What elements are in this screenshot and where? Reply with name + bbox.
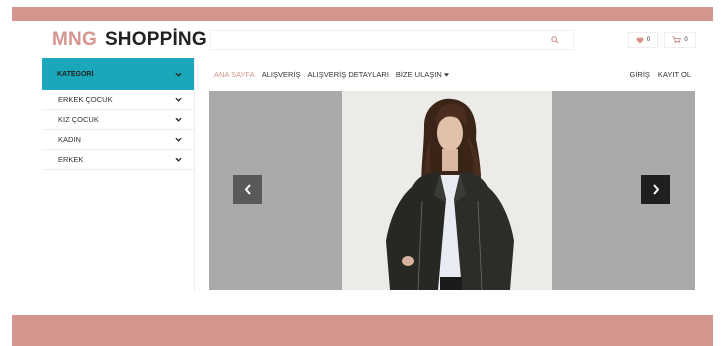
nav-item-contact[interactable]: BİZE ULAŞIN — [396, 70, 449, 79]
caret-down-icon — [443, 72, 449, 77]
heart-icon — [636, 36, 644, 44]
carousel-prev-button[interactable] — [233, 175, 262, 204]
chevron-down-icon — [175, 72, 182, 77]
chevron-down-icon — [175, 97, 182, 102]
site-logo[interactable]: MNG SHOPPİNG — [52, 29, 207, 51]
register-link[interactable]: KAYIT OL — [658, 70, 691, 79]
shopping-cart-icon — [672, 36, 682, 44]
sidebar-item-erkek[interactable]: ERKEK — [42, 150, 194, 170]
category-sidebar: KATEGORİ ERKEK ÇOCUK KIZ ÇOCUK KADIN ERK… — [42, 58, 195, 291]
sidebar-item-label: KIZ ÇOCUK — [58, 115, 99, 124]
login-link[interactable]: GİRİŞ — [630, 70, 650, 79]
model-photo — [342, 91, 552, 290]
search-input[interactable] — [211, 31, 537, 49]
favorites-count: 0 — [646, 37, 651, 43]
sidebar-item-label: KADIN — [58, 135, 81, 144]
sidebar-item-label: ERKEK ÇOCUK — [58, 95, 113, 104]
sidebar-item-erkek-cocuk[interactable]: ERKEK ÇOCUK — [42, 90, 194, 110]
top-banner — [12, 7, 713, 21]
cart-count: 0 — [684, 37, 688, 43]
nav-item-shopping[interactable]: ALIŞVERİŞ — [262, 70, 301, 79]
account-nav: GİRİŞ KAYIT OL — [630, 70, 692, 79]
nav-item-contact-label: BİZE ULAŞIN — [395, 70, 442, 79]
favorites-button[interactable]: 0 — [628, 32, 658, 48]
cart-button[interactable]: 0 — [664, 32, 696, 48]
nav-item-shopping-details[interactable]: ALIŞVERİŞ DETAYLARI — [308, 70, 389, 79]
search-bar — [210, 30, 574, 50]
chevron-left-icon — [244, 184, 251, 195]
search-button[interactable] — [537, 31, 573, 49]
site-header: MNG SHOPPİNG 0 0 — [42, 24, 696, 58]
chevron-right-icon — [652, 184, 659, 195]
hero-carousel — [209, 91, 695, 290]
main-nav: ANA SAYFA ALIŞVERİŞ ALIŞVERİŞ DETAYLARI … — [214, 70, 449, 79]
carousel-slide-image[interactable] — [342, 91, 552, 290]
chevron-down-icon — [175, 157, 182, 162]
category-title: KATEGORİ — [57, 70, 94, 78]
chevron-down-icon — [175, 117, 182, 122]
chevron-down-icon — [175, 137, 182, 142]
sidebar-item-label: ERKEK — [58, 155, 84, 164]
sidebar-item-kiz-cocuk[interactable]: KIZ ÇOCUK — [42, 110, 194, 130]
category-header[interactable]: KATEGORİ — [42, 58, 194, 90]
sidebar-item-kadin[interactable]: KADIN — [42, 130, 194, 150]
footer-band — [12, 315, 713, 346]
logo-shopping: SHOPPİNG — [104, 29, 207, 50]
search-icon — [551, 36, 559, 44]
carousel-next-button[interactable] — [641, 175, 670, 204]
logo-mng: MNG — [52, 29, 97, 50]
nav-item-home[interactable]: ANA SAYFA — [214, 70, 255, 79]
